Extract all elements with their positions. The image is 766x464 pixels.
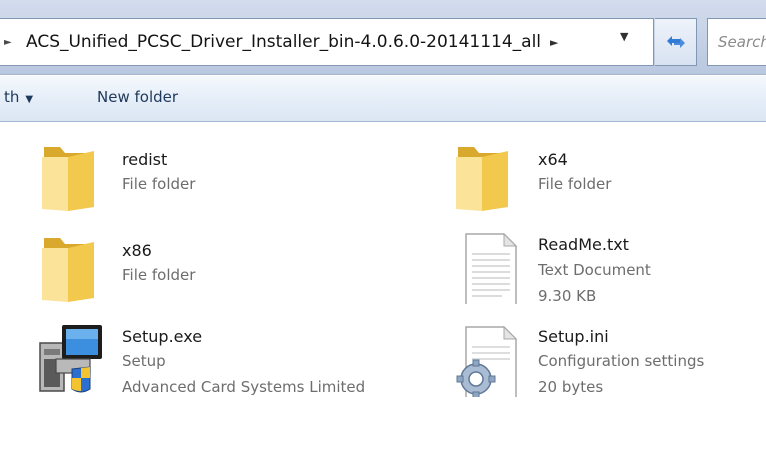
setup-installer-icon <box>39 325 102 393</box>
breadcrumb[interactable]: ► ACS_Unified_PCSC_Driver_Installer_bin-… <box>0 18 654 66</box>
refresh-button[interactable] <box>655 18 697 66</box>
file-publisher: Advanced Card Systems Limited <box>122 378 366 396</box>
file-size: 9.30 KB <box>538 287 597 305</box>
file-name: ReadMe.txt <box>538 235 629 254</box>
search-box[interactable] <box>707 18 766 66</box>
file-type: File folder <box>122 266 196 284</box>
chevron-down-icon: ▼ <box>25 94 34 105</box>
address-history-dropdown-icon[interactable]: ▼ <box>620 30 628 43</box>
file-name: x64 <box>538 150 568 169</box>
breadcrumb-arrow-icon[interactable]: ► <box>4 37 16 48</box>
file-item-setup-exe[interactable]: Setup.exe Setup Advanced Card Systems Li… <box>36 321 396 409</box>
file-name: Setup.exe <box>122 327 203 346</box>
file-size: 20 bytes <box>538 378 604 396</box>
file-item-readme[interactable]: ReadMe.txt Text Document 9.30 KB <box>452 228 752 318</box>
refresh-icon <box>666 36 685 48</box>
file-item-redist[interactable]: redist File folder <box>38 137 378 219</box>
search-input[interactable] <box>718 33 766 51</box>
file-type: File folder <box>538 175 612 193</box>
file-name: x86 <box>122 241 152 260</box>
text-document-icon <box>465 232 518 304</box>
file-item-x64[interactable]: x64 File folder <box>452 137 752 219</box>
folder-icon <box>42 238 94 302</box>
file-name: Setup.ini <box>538 327 609 346</box>
file-name: redist <box>122 150 168 169</box>
file-type: File folder <box>122 175 196 193</box>
command-bar: th ▼ New folder <box>0 76 766 122</box>
new-folder-button[interactable]: New folder <box>97 88 178 106</box>
file-type: Setup <box>122 352 166 370</box>
folder-icon <box>42 147 94 211</box>
breadcrumb-chevron-icon[interactable]: ► <box>550 36 558 49</box>
share-with-menu[interactable]: th ▼ <box>4 88 33 106</box>
config-settings-icon <box>456 325 518 397</box>
breadcrumb-folder-segment[interactable]: ACS_Unified_PCSC_Driver_Installer_bin-4.… <box>26 32 541 52</box>
file-list: redist File folder x64 File folder x86 F… <box>0 123 766 464</box>
file-item-setup-ini[interactable]: Setup.ini Configuration settings 20 byte… <box>452 321 752 411</box>
share-with-label: th <box>4 88 20 106</box>
folder-icon <box>456 147 508 211</box>
address-bar-strip: ► ACS_Unified_PCSC_Driver_Installer_bin-… <box>0 0 766 75</box>
file-type: Configuration settings <box>538 352 705 370</box>
file-item-x86[interactable]: x86 File folder <box>38 228 378 310</box>
new-folder-label: New folder <box>97 88 179 106</box>
file-type: Text Document <box>538 261 651 279</box>
